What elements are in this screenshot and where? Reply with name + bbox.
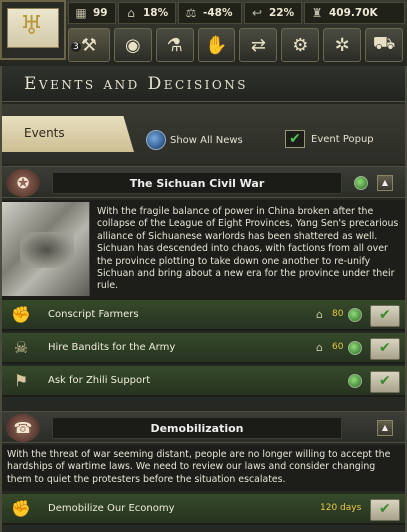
accept-decision-button[interactable]	[370, 499, 400, 521]
war-support-icon: ↩	[251, 6, 263, 20]
events-panel: Events and Decisions Events Show All New…	[0, 66, 407, 532]
decision-demobilize-economy[interactable]: ✊ Demobilize Our Economy 120 days	[2, 494, 405, 525]
diplomacy-button[interactable]: ✋	[197, 28, 236, 62]
accept-decision-button[interactable]	[370, 305, 400, 327]
event-popup-label: Event Popup	[311, 133, 374, 145]
decision-cost: 60	[332, 342, 344, 352]
logistics-button[interactable]: ⛟	[365, 28, 403, 62]
war-support-value: 22%	[269, 7, 295, 19]
decision-label: Demobilize Our Economy	[48, 503, 175, 514]
trade-icon: ⇄	[250, 34, 266, 56]
event-popup-toggle[interactable]: ✔ Event Popup	[285, 130, 374, 148]
intelligence-button[interactable]: ◉	[113, 28, 152, 62]
factories-counter[interactable]: ▦ 99	[68, 2, 116, 24]
status-indicator-icon	[354, 176, 368, 190]
flag-emblem: ♅	[7, 8, 59, 48]
factories-value: 99	[93, 7, 108, 19]
show-all-news-button[interactable]: Show All News	[146, 130, 243, 150]
fist-icon: ✊	[11, 499, 31, 518]
stability-icon: ⌂	[127, 6, 135, 20]
decision-label: Ask for Zhili Support	[48, 375, 151, 386]
decision-hire-bandits[interactable]: ☠ Hire Bandits for the Army ⌂ 60	[2, 333, 405, 364]
tab-events-label: Events	[24, 126, 65, 140]
manpower-value: 409.70K	[329, 7, 378, 19]
globe-icon	[146, 130, 166, 150]
flask-icon: ⚗	[166, 34, 183, 56]
production-button[interactable]: ⚙	[281, 28, 320, 62]
flag-request-icon: ⚑	[13, 371, 29, 390]
availability-indicator-icon	[348, 374, 362, 388]
stability-cost-icon: ⌂	[316, 341, 323, 354]
resource-bar: ▦ 99 ⌂ 18% ⚖ -48% ↩ 22% ♜ 409.70K	[68, 2, 407, 26]
stability-value: 18%	[143, 7, 169, 19]
anvil-icon: ⚙	[292, 34, 309, 56]
handshake-icon: ✋	[205, 34, 228, 56]
tab-row: Events Show All News ✔ Event Popup	[2, 104, 405, 164]
show-all-news-label: Show All News	[170, 134, 243, 146]
flag-symbol-icon: ♅	[20, 11, 44, 41]
checkbox-checked-icon[interactable]: ✔	[285, 130, 305, 148]
gear-icon: ✲	[334, 34, 350, 56]
decision-label: Hire Bandits for the Army	[48, 342, 176, 353]
eye-icon: ◉	[124, 34, 141, 56]
manpower-icon: ♜	[311, 6, 323, 20]
tab-events[interactable]: Events	[2, 116, 134, 152]
top-bar: ♅ ▦ 99 ⌂ 18% ⚖ -48% ↩ 22% ♜ 409.70K ⚒ 3 …	[0, 0, 407, 66]
political-power-value: -48%	[203, 7, 233, 19]
decision-label: Conscript Farmers	[48, 309, 139, 320]
political-power-counter[interactable]: ⚖ -48%	[178, 2, 242, 24]
gavel-icon: ⚒	[80, 34, 97, 56]
war-support-counter[interactable]: ↩ 22%	[244, 2, 302, 24]
availability-indicator-icon	[348, 341, 362, 355]
stability-counter[interactable]: ⌂ 18%	[118, 2, 176, 24]
telephone-icon: ☎	[6, 414, 40, 442]
demobilization-header[interactable]: ☎ Demobilization ▲	[2, 411, 405, 443]
decisions-badge: 3	[71, 42, 81, 52]
construction-button[interactable]: ✲	[323, 28, 362, 62]
decision-cost: 80	[332, 309, 344, 319]
accept-decision-button[interactable]	[370, 371, 400, 393]
main-menu: ⚒ 3 ◉ ⚗ ✋ ⇄ ⚙ ✲ ⛟	[68, 28, 407, 64]
country-flag[interactable]: ♅	[0, 0, 66, 60]
fist-icon: ✊	[11, 305, 31, 324]
section-title: Demobilization	[52, 417, 342, 439]
manpower-counter[interactable]: ♜ 409.70K	[304, 2, 405, 24]
decision-duration: 120 days	[320, 503, 362, 513]
war-icon: ✪	[6, 169, 40, 197]
collapse-button[interactable]: ▲	[377, 175, 393, 191]
panel-header: Events and Decisions	[2, 66, 405, 102]
panel-title: Events and Decisions	[24, 73, 248, 94]
sichuan-event-body: With the fragile balance of power in Chi…	[2, 200, 405, 300]
demobilization-description: With the threat of war seeming distant, …	[2, 445, 405, 491]
collapse-button[interactable]: ▲	[377, 420, 393, 436]
availability-indicator-icon	[348, 308, 362, 322]
event-picture	[2, 202, 90, 296]
decision-conscript-farmers[interactable]: ✊ Conscript Farmers ⌂ 80	[2, 300, 405, 331]
research-button[interactable]: ⚗	[155, 28, 194, 62]
soldier-icon: ☠	[13, 338, 29, 357]
accept-decision-button[interactable]	[370, 338, 400, 360]
sichuan-civil-war-header[interactable]: ✪ The Sichuan Civil War ▲	[2, 166, 405, 198]
stability-cost-icon: ⌂	[316, 308, 323, 321]
event-description: With the fragile balance of power in Chi…	[97, 206, 399, 292]
logistics-icon: ⛟	[372, 33, 396, 54]
trade-button[interactable]: ⇄	[239, 28, 278, 62]
factory-icon: ▦	[75, 6, 87, 20]
decision-zhili-support[interactable]: ⚑ Ask for Zhili Support	[2, 366, 405, 397]
scales-icon: ⚖	[185, 6, 197, 20]
section-title: The Sichuan Civil War	[52, 172, 342, 194]
